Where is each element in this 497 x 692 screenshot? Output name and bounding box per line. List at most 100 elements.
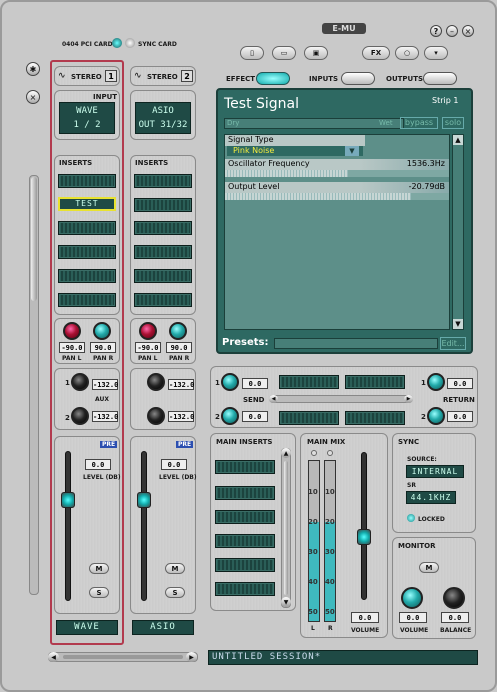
help-icon[interactable]: ? — [430, 25, 442, 37]
strip-2-fader-cap[interactable] — [137, 492, 151, 508]
strip-1-level-value[interactable]: 0.0 — [85, 459, 111, 470]
sample-rate-display[interactable]: 44.1KHZ — [406, 491, 456, 504]
main-insert-slot[interactable] — [215, 582, 275, 596]
presets-edit-button[interactable]: Edit... — [440, 337, 466, 350]
menu-button[interactable]: ▾ — [424, 46, 448, 60]
strip-2-aux1-value[interactable]: -132.0 — [168, 379, 194, 390]
star-icon[interactable]: ✱ — [26, 62, 40, 76]
sync-source-display[interactable]: INTERNAL — [406, 465, 464, 478]
strip-1-input-display[interactable]: WAVE 1 / 2 — [59, 102, 115, 134]
strip-2-pan-l-knob[interactable] — [139, 322, 157, 340]
main-inserts-scroll-thumb[interactable] — [284, 461, 288, 595]
scroll-up-icon[interactable]: ▲ — [281, 448, 291, 458]
main-volume-fader-cap[interactable] — [357, 529, 371, 545]
save-session-button[interactable]: ▣ — [304, 46, 328, 60]
outputs-toggle[interactable] — [423, 72, 457, 85]
strip-1-pan-l-value[interactable]: -90.0 — [59, 342, 85, 353]
strip-2-insert-slot[interactable] — [134, 198, 192, 212]
open-session-button[interactable]: ▭ — [272, 46, 296, 60]
strip-1-pan-r-knob[interactable] — [93, 322, 111, 340]
return2-knob[interactable] — [427, 407, 445, 425]
strip-1-header[interactable]: ∿ STEREO 1 — [54, 66, 120, 86]
strip-1-mute-button[interactable]: M — [89, 563, 109, 574]
settings-button[interactable]: ○ — [395, 46, 419, 60]
bypass-button[interactable]: bypass — [400, 117, 438, 129]
close-icon[interactable]: × — [462, 25, 474, 37]
strip-2-level-value[interactable]: 0.0 — [161, 459, 187, 470]
monitor-balance-knob[interactable] — [443, 587, 465, 609]
monitor-volume-value[interactable]: 0.0 — [399, 612, 427, 623]
main-insert-slot[interactable] — [215, 510, 275, 524]
strip-1-aux1-knob[interactable] — [71, 373, 89, 391]
strip-1-pan-l-knob[interactable] — [63, 322, 81, 340]
main-insert-slot[interactable] — [215, 460, 275, 474]
main-inserts-scrollbar[interactable]: ▲ ▼ — [281, 448, 291, 608]
strip-2-aux1-knob[interactable] — [147, 373, 165, 391]
signal-type-dropdown[interactable]: Pink Noise — [227, 146, 363, 156]
strip-2-aux2-value[interactable]: -132.0 — [168, 411, 194, 422]
new-session-button[interactable]: ▯ — [240, 46, 264, 60]
strip-2-aux2-knob[interactable] — [147, 407, 165, 425]
presets-field[interactable] — [274, 338, 438, 349]
scroll-down-icon[interactable]: ▼ — [453, 319, 463, 329]
strip-2-fader-track[interactable] — [141, 451, 147, 601]
main-volume-value[interactable]: 0.0 — [351, 612, 379, 623]
dropdown-arrow-icon[interactable]: ▼ — [345, 146, 359, 156]
vertical-scroll-thumb[interactable] — [31, 177, 37, 301]
main-volume-fader-track[interactable] — [361, 452, 367, 600]
strip-1-aux1-value[interactable]: -132.0 — [92, 379, 118, 390]
strip-1-fader-track[interactable] — [65, 451, 71, 601]
return1-knob[interactable] — [427, 373, 445, 391]
strip-2-insert-slot[interactable] — [134, 293, 192, 307]
strip-2-insert-slot[interactable] — [134, 174, 192, 188]
oscillator-frequency-slider[interactable] — [225, 170, 449, 177]
send2-knob[interactable] — [221, 407, 239, 425]
effect-solo-button[interactable]: solo — [442, 117, 464, 129]
strip-1-insert-slot[interactable] — [58, 221, 116, 235]
return2-value[interactable]: 0.0 — [447, 411, 473, 422]
scroll-right-icon[interactable]: ▶ — [404, 395, 413, 403]
send-return-scrollbar[interactable]: ◀ ▶ — [269, 395, 413, 403]
send2-value[interactable]: 0.0 — [242, 411, 268, 422]
strip-2-name-display[interactable]: ASIO — [132, 620, 194, 635]
fx-button[interactable]: FX — [362, 46, 390, 60]
horizontal-scrollbar[interactable]: ◀ ▶ — [48, 652, 198, 662]
main-insert-slot[interactable] — [215, 486, 275, 500]
main-insert-slot[interactable] — [215, 534, 275, 548]
strip-1-name-display[interactable]: WAVE — [56, 620, 118, 635]
strip-2-mute-button[interactable]: M — [165, 563, 185, 574]
effect-toggle[interactable] — [256, 72, 290, 85]
monitor-balance-value[interactable]: 0.0 — [441, 612, 469, 623]
strip-1-solo-button[interactable]: S — [89, 587, 109, 598]
monitor-mute-button[interactable]: M — [419, 562, 439, 573]
strip-1-insert-slot[interactable] — [58, 293, 116, 307]
strip-1-insert-slot[interactable] — [58, 174, 116, 188]
scroll-right-icon[interactable]: ▶ — [186, 652, 197, 662]
strip-2-header[interactable]: ∿ STEREO 2 — [130, 66, 196, 86]
strip-1-aux2-knob[interactable] — [71, 407, 89, 425]
strip-2-insert-slot[interactable] — [134, 221, 192, 235]
strip-1-aux2-value[interactable]: -132.0 — [92, 411, 118, 422]
strip-2-pan-l-value[interactable]: -90.0 — [135, 342, 161, 353]
strip-2-solo-button[interactable]: S — [165, 587, 185, 598]
scroll-up-icon[interactable]: ▲ — [453, 135, 463, 145]
strip-2-pan-r-knob[interactable] — [169, 322, 187, 340]
close-strip-icon[interactable]: × — [26, 90, 40, 104]
inputs-toggle[interactable] — [341, 72, 375, 85]
strip-2-pan-r-value[interactable]: 90.0 — [166, 342, 192, 353]
strip-2-input-display[interactable]: ASIO OUT 31/32 — [135, 102, 191, 134]
strip-1-insert-slot[interactable] — [58, 245, 116, 259]
strip-2-pre-button[interactable]: PRE — [176, 441, 194, 448]
strip-1-pan-r-value[interactable]: 90.0 — [90, 342, 116, 353]
return1-value[interactable]: 0.0 — [447, 378, 473, 389]
horizontal-scroll-thumb[interactable] — [63, 655, 183, 659]
monitor-volume-knob[interactable] — [401, 587, 423, 609]
minimize-icon[interactable]: – — [446, 25, 458, 37]
send1-value[interactable]: 0.0 — [242, 378, 268, 389]
effect-scrollbar[interactable]: ▲ ▼ — [452, 134, 464, 330]
main-insert-slot[interactable] — [215, 558, 275, 572]
strip-1-insert-slot[interactable] — [58, 269, 116, 283]
strip-1-insert-test[interactable]: TEST — [58, 197, 116, 211]
send1-knob[interactable] — [221, 373, 239, 391]
dry-wet-slider[interactable]: Dry Wet — [224, 118, 404, 129]
